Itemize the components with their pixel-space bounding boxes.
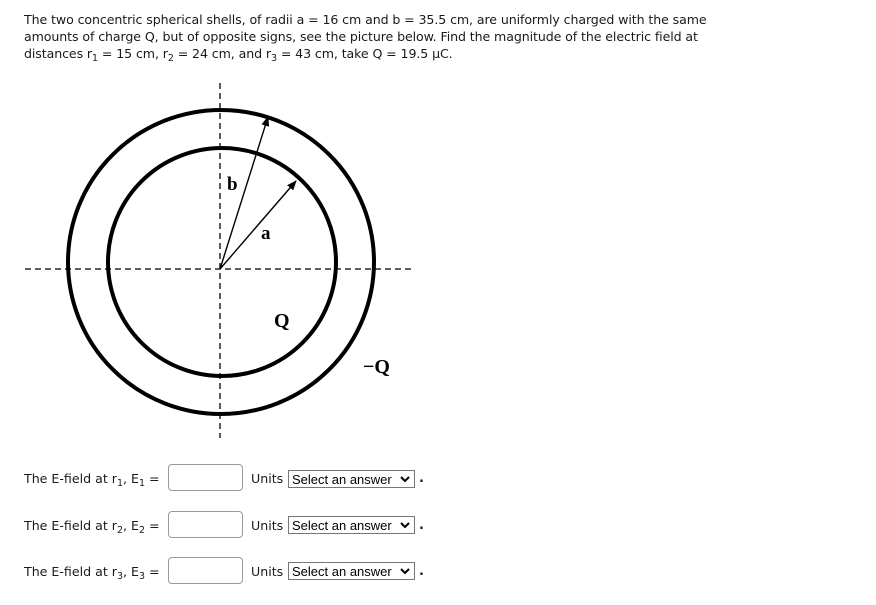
answer-row-1: The E-field at r1, E1 = Units Select an … (24, 463, 424, 493)
units-label: Units (251, 517, 284, 533)
answer-label: The E-field at r1, E1 = (24, 470, 160, 488)
select-value: Select an answer (292, 563, 392, 579)
select-value: Select an answer (292, 517, 392, 533)
period: . (419, 470, 424, 486)
e1-units-select[interactable]: Select an answer (288, 470, 415, 488)
label-a: a (261, 223, 271, 244)
label-text: = (145, 563, 160, 579)
label-outer-charge: −Q (363, 356, 390, 378)
select-value: Select an answer (292, 471, 392, 487)
answer-label: The E-field at r2, E2 = (24, 517, 160, 535)
period: . (419, 563, 424, 579)
answer-label: The E-field at r3, E3 = (24, 563, 160, 581)
units-label: Units (251, 470, 284, 486)
e3-units-select[interactable]: Select an answer (288, 562, 415, 580)
e1-input[interactable] (168, 464, 243, 491)
period: . (419, 517, 424, 533)
label-b: b (227, 174, 238, 195)
label-text: , E (123, 470, 139, 486)
label-text: = (145, 470, 160, 486)
chevron-down-icon (400, 522, 410, 529)
answer-row-3: The E-field at r3, E3 = Units Select an … (24, 556, 424, 586)
e2-input[interactable] (168, 511, 243, 538)
concentric-shells-figure: b a Q −Q (25, 83, 415, 438)
label-text: = (145, 517, 160, 533)
e2-units-select[interactable]: Select an answer (288, 516, 415, 534)
units-label: Units (251, 563, 284, 579)
e3-input[interactable] (168, 557, 243, 584)
label-text: The E-field at r (24, 563, 117, 579)
label-inner-charge: Q (274, 310, 290, 332)
label-text: , E (123, 517, 139, 533)
chevron-down-icon (400, 476, 410, 483)
label-text: The E-field at r (24, 470, 117, 486)
answer-row-2: The E-field at r2, E2 = Units Select an … (24, 510, 424, 540)
label-text: , E (123, 563, 139, 579)
label-text: The E-field at r (24, 517, 117, 533)
outer-shell (66, 108, 376, 416)
chevron-down-icon (400, 568, 410, 575)
